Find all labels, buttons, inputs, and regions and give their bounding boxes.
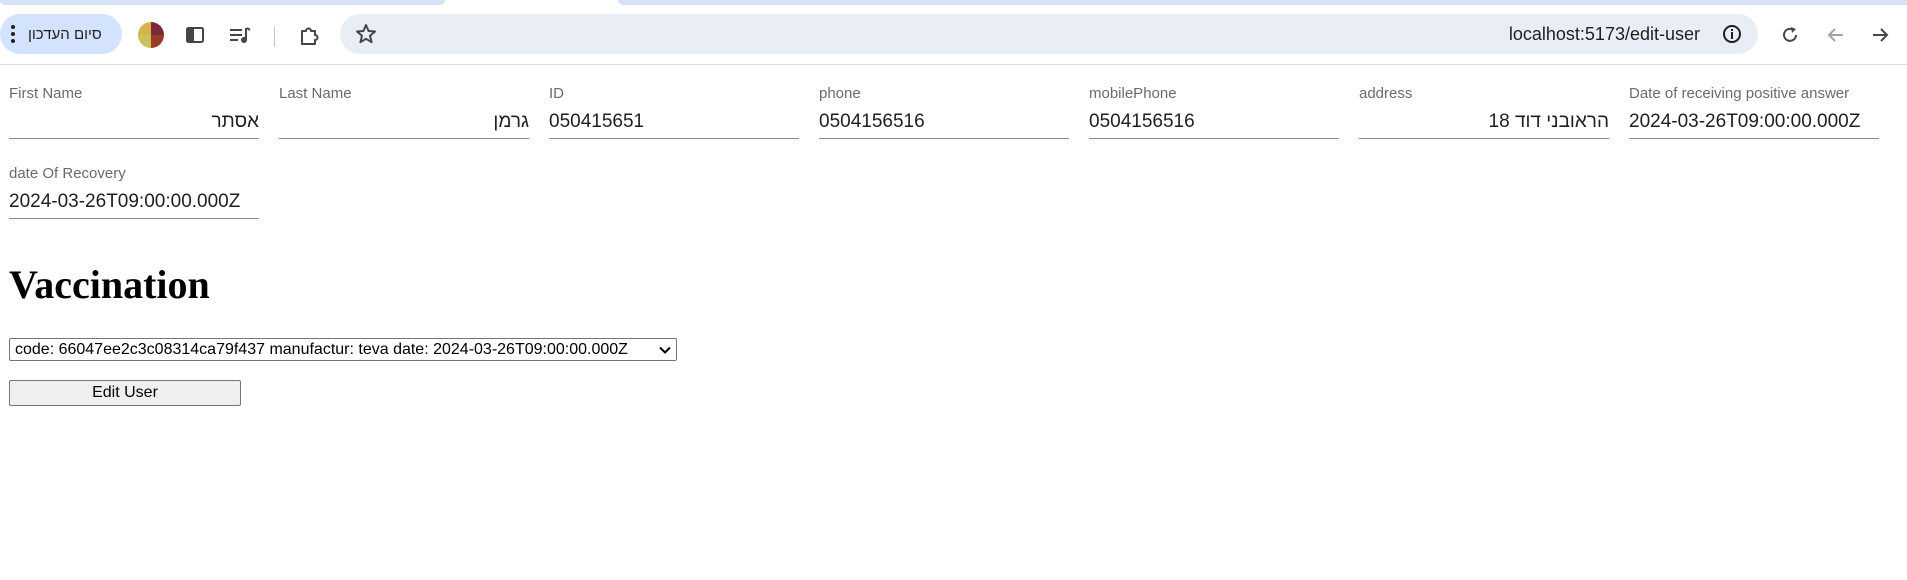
id-field: ID <box>549 85 799 145</box>
browser-tab-left[interactable] <box>0 0 445 5</box>
positive-answer-date-input[interactable] <box>1629 105 1879 139</box>
chevron-down-icon <box>659 346 671 354</box>
recovery-date-input[interactable] <box>9 185 259 219</box>
forward-icon[interactable] <box>1867 22 1893 48</box>
positive-answer-date-field: Date of receiving positive answer <box>1629 85 1879 145</box>
phone-field: phone <box>819 85 1069 145</box>
field-label: date Of Recovery <box>9 165 126 182</box>
mobile-phone-field: mobilePhone <box>1089 85 1339 145</box>
vaccination-selected-option: code: 66047ee2c3c08314ca79f437 manufactu… <box>15 340 628 358</box>
last-name-field: Last Name <box>279 85 529 145</box>
reload-icon[interactable] <box>1777 22 1803 48</box>
url-text[interactable]: localhost:5173/edit-user <box>1509 24 1700 45</box>
field-label: address <box>1359 85 1413 102</box>
vaccination-heading: Vaccination <box>9 262 210 307</box>
field-label: Date of receiving positive answer <box>1629 85 1850 102</box>
field-label: Last Name <box>279 85 352 102</box>
page-content: First Name Last Name ID phone mobilePhon… <box>0 65 1907 580</box>
profile-avatar[interactable] <box>138 22 164 48</box>
side-panel-icon[interactable] <box>182 22 208 48</box>
tab-strip <box>0 0 1907 12</box>
update-button-label: סיום העדכון <box>28 25 102 43</box>
update-browser-button[interactable]: סיום העדכון <box>0 14 122 54</box>
edit-user-button[interactable]: Edit User <box>9 380 241 406</box>
field-label: mobilePhone <box>1089 85 1177 102</box>
field-label: First Name <box>9 85 83 102</box>
first-name-field: First Name <box>9 85 259 145</box>
address-input[interactable] <box>1359 105 1609 139</box>
back-icon[interactable] <box>1823 22 1849 48</box>
toolbar-separator <box>274 27 275 47</box>
recovery-date-field: date Of Recovery <box>9 165 259 225</box>
last-name-input[interactable] <box>279 105 529 139</box>
field-label: phone <box>819 85 861 102</box>
address-bar[interactable]: localhost:5173/edit-user <box>340 14 1758 54</box>
reading-list-icon[interactable] <box>227 22 253 48</box>
browser-toolbar: סיום העדכון localhost:5173/edit-user <box>0 12 1907 65</box>
first-name-input[interactable] <box>9 105 259 139</box>
site-info-icon[interactable] <box>1720 22 1744 46</box>
field-label: ID <box>549 85 564 102</box>
kebab-menu-icon <box>10 25 16 43</box>
id-input[interactable] <box>549 105 799 139</box>
vaccination-select[interactable]: code: 66047ee2c3c08314ca79f437 manufactu… <box>9 338 677 361</box>
bookmark-star-icon[interactable] <box>354 22 378 46</box>
address-field: address <box>1359 85 1609 145</box>
phone-input[interactable] <box>819 105 1069 139</box>
extensions-icon[interactable] <box>296 22 322 48</box>
browser-tab-right[interactable] <box>618 0 1907 5</box>
mobile-phone-input[interactable] <box>1089 105 1339 139</box>
